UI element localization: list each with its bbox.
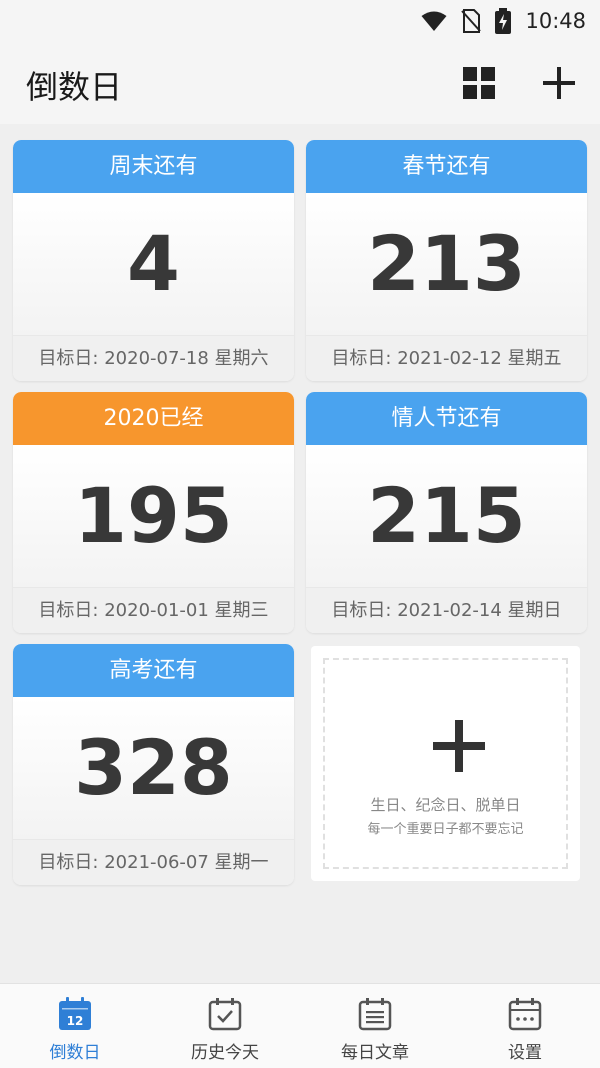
- wifi-icon: [421, 11, 447, 31]
- card-days-number: 213: [306, 193, 587, 335]
- bottom-nav: 12 倒数日 历史今天 每日文章 设置: [0, 983, 600, 1068]
- add-card-hint: 生日、纪念日、脱单日: [370, 796, 521, 814]
- add-card-dashed-border: 生日、纪念日、脱单日 每一个重要日子都不要忘记: [323, 658, 568, 869]
- card-title: 2020已经: [13, 392, 294, 445]
- nav-label: 历史今天: [191, 1043, 259, 1063]
- calendar-12-icon: 12: [59, 997, 91, 1030]
- calendar-badge: 12: [67, 1014, 84, 1028]
- app-bar: 倒数日: [0, 44, 600, 124]
- calendar-dots-icon: [508, 998, 542, 1031]
- nav-item-countdown[interactable]: 12 倒数日: [0, 984, 150, 1068]
- no-sim-icon: [461, 9, 482, 33]
- article-icon: [358, 998, 392, 1031]
- card-title: 情人节还有: [306, 392, 587, 445]
- card-target-date: 目标日: 2021-02-14 星期日: [306, 587, 587, 633]
- card-days-number: 215: [306, 445, 587, 587]
- countdown-card[interactable]: 高考还有 328 目标日: 2021-06-07 星期一: [13, 644, 294, 885]
- nav-item-settings[interactable]: 设置: [450, 984, 600, 1068]
- nav-label: 每日文章: [341, 1043, 409, 1063]
- status-time: 10:48: [525, 9, 586, 33]
- card-title: 春节还有: [306, 140, 587, 193]
- card-target-date: 目标日: 2021-06-07 星期一: [13, 839, 294, 885]
- status-bar: 10:48: [0, 0, 600, 44]
- nav-item-history-today[interactable]: 历史今天: [150, 984, 300, 1068]
- add-countdown-card[interactable]: 生日、纪念日、脱单日 每一个重要日子都不要忘记: [311, 646, 580, 881]
- card-days-number: 328: [13, 697, 294, 839]
- card-title: 高考还有: [13, 644, 294, 697]
- plus-icon: [433, 720, 485, 772]
- card-target-date: 目标日: 2020-01-01 星期三: [13, 587, 294, 633]
- page-title: 倒数日: [26, 68, 123, 106]
- card-days-number: 4: [13, 193, 294, 335]
- countdown-card[interactable]: 春节还有 213 目标日: 2021-02-12 星期五: [306, 140, 587, 381]
- nav-label: 设置: [508, 1043, 542, 1063]
- card-target-date: 目标日: 2021-02-12 星期五: [306, 335, 587, 381]
- grid-view-icon[interactable]: [462, 66, 496, 100]
- add-card-subhint: 每一个重要日子都不要忘记: [367, 822, 524, 837]
- status-icons: 10:48: [421, 6, 586, 36]
- nav-label: 倒数日: [49, 1043, 101, 1063]
- card-title: 周末还有: [13, 140, 294, 193]
- countdown-card[interactable]: 周末还有 4 目标日: 2020-07-18 星期六: [13, 140, 294, 381]
- countdown-card[interactable]: 情人节还有 215 目标日: 2021-02-14 星期日: [306, 392, 587, 633]
- add-icon[interactable]: [540, 64, 578, 102]
- battery-charging-icon: [495, 8, 512, 34]
- countdown-card[interactable]: 2020已经 195 目标日: 2020-01-01 星期三: [13, 392, 294, 633]
- card-days-number: 195: [13, 445, 294, 587]
- card-target-date: 目标日: 2020-07-18 星期六: [13, 335, 294, 381]
- calendar-check-icon: [208, 998, 242, 1031]
- nav-item-daily-article[interactable]: 每日文章: [300, 984, 450, 1068]
